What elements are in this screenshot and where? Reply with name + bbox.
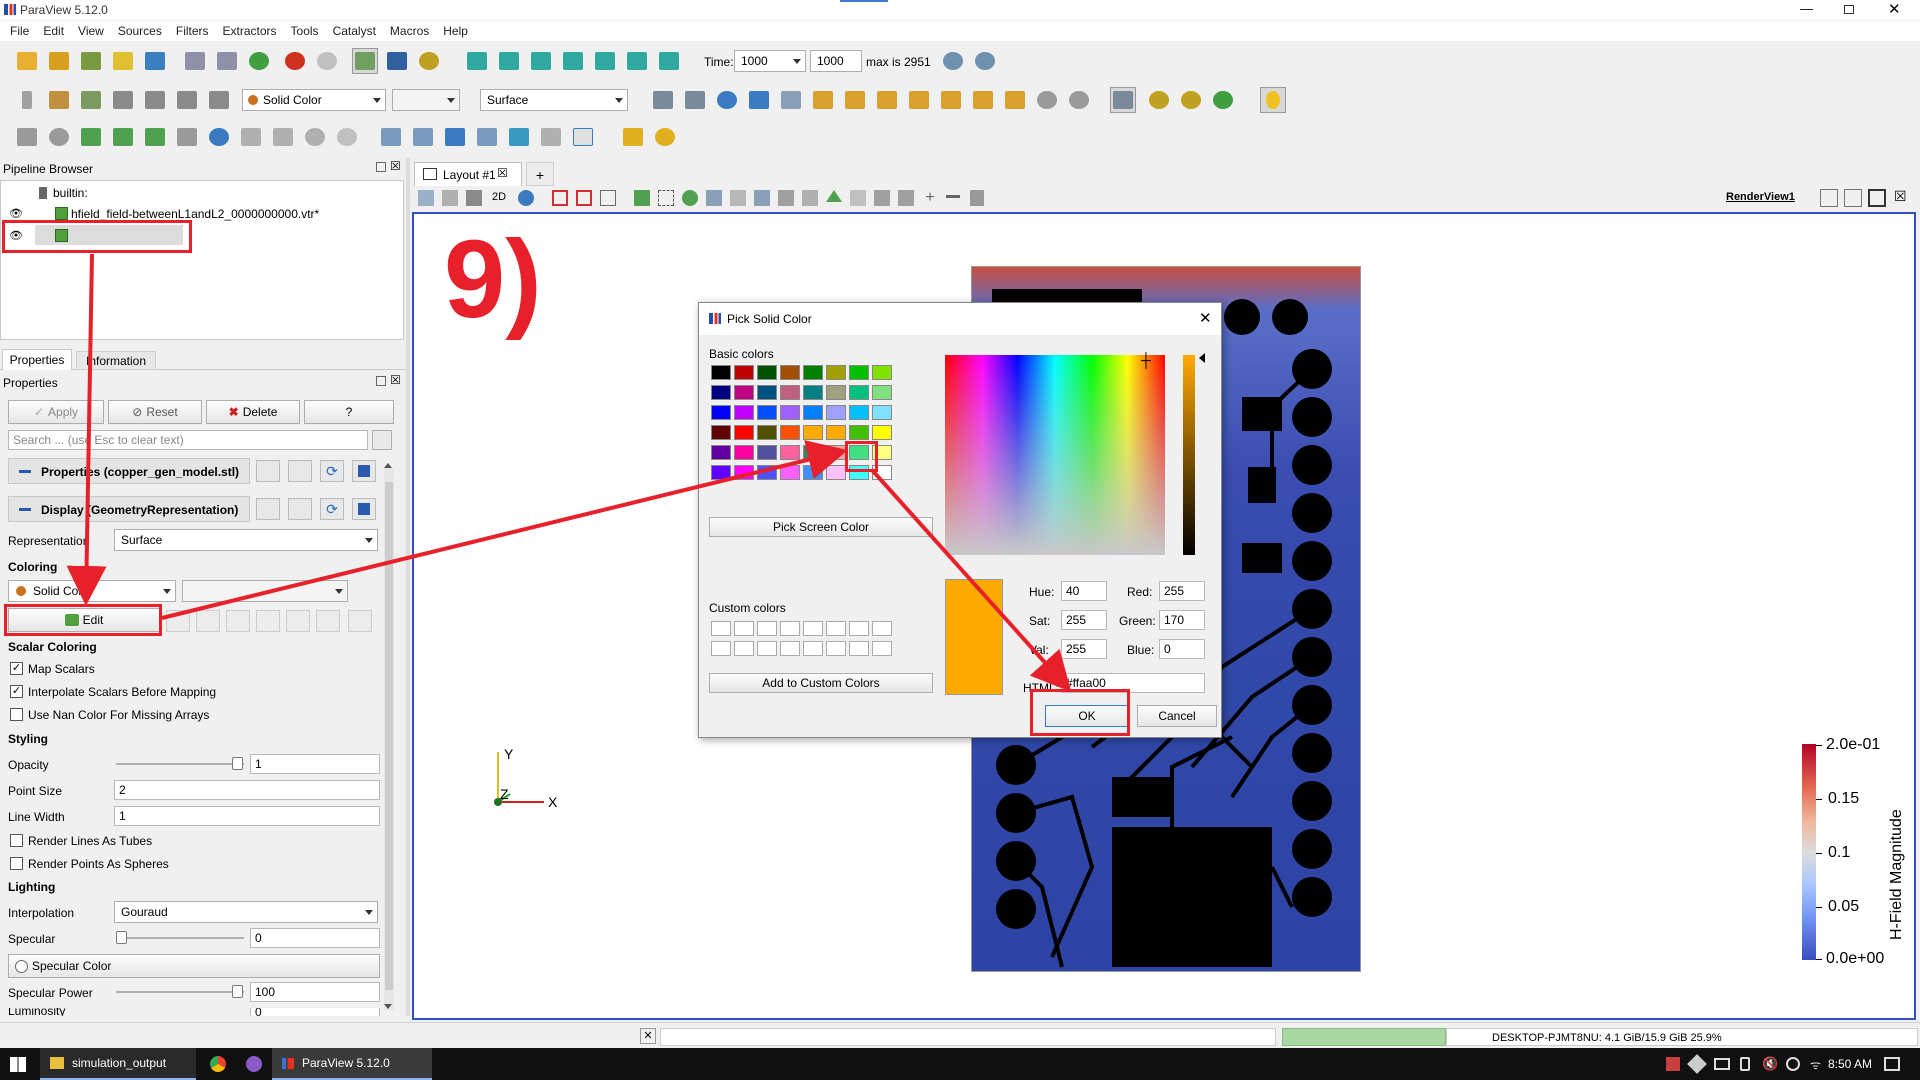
language-globe-icon[interactable] bbox=[1786, 1057, 1800, 1071]
wifi-icon[interactable]: ᯤ bbox=[1810, 1056, 1821, 1073]
tray-dropbox-icon[interactable] bbox=[1687, 1054, 1707, 1074]
clear-status-icon[interactable]: ✕ bbox=[640, 1028, 656, 1044]
battery-icon[interactable] bbox=[1714, 1058, 1730, 1070]
status-bar: ✕ DESKTOP-PJMT8NU: 4.1 GiB/15.9 GiB 25.9… bbox=[0, 1022, 1920, 1048]
folder-icon bbox=[50, 1057, 64, 1069]
windows-start-icon[interactable] bbox=[10, 1057, 26, 1072]
volume-icon[interactable]: 🔇 bbox=[1762, 1056, 1778, 1072]
paraview-logo-icon bbox=[282, 1057, 294, 1069]
tray-app-icon[interactable] bbox=[1666, 1057, 1680, 1071]
usb-icon[interactable] bbox=[1740, 1057, 1750, 1071]
taskbar: simulation_output ParaView 5.12.0 🔇 ᯤ 8:… bbox=[0, 1048, 1920, 1080]
taskbar-paraview[interactable]: ParaView 5.12.0 bbox=[272, 1048, 432, 1080]
taskbar-clock[interactable]: 8:50 AM bbox=[1828, 1057, 1872, 1071]
memory-label: DESKTOP-PJMT8NU: 4.1 GiB/15.9 GiB 25.9% bbox=[1492, 1032, 1722, 1044]
chrome-icon[interactable] bbox=[210, 1056, 226, 1072]
memory-bar-fill bbox=[1282, 1028, 1446, 1046]
app-icon[interactable] bbox=[246, 1056, 262, 1072]
annotation-arrows bbox=[66, 253, 1072, 692]
taskbar-explorer[interactable]: simulation_output bbox=[40, 1048, 196, 1080]
progress-area bbox=[660, 1028, 1276, 1046]
notification-icon[interactable] bbox=[1884, 1057, 1900, 1071]
